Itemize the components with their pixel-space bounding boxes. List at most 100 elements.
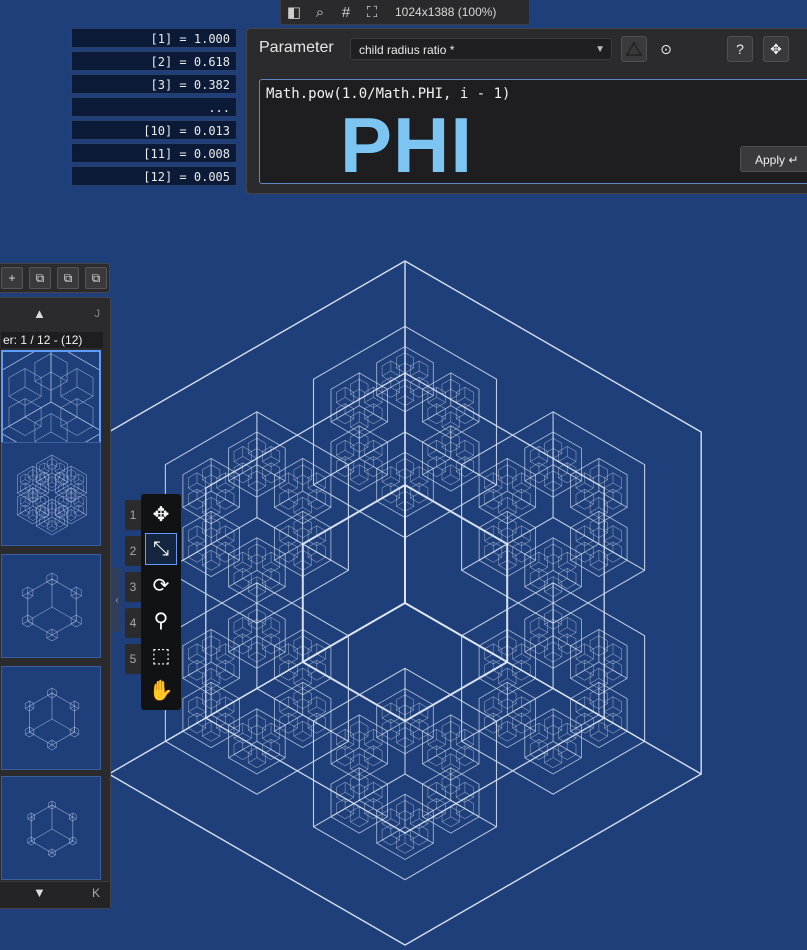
- cube-spoke: [350, 731, 360, 737]
- cube-spoke: [288, 653, 298, 660]
- cube-spoke: [27, 620, 34, 625]
- cube-spoke: [242, 561, 252, 568]
- search-icon[interactable]: ⌕: [307, 0, 333, 24]
- cube-spoke: [521, 499, 531, 505]
- scroll-down-icon[interactable]: ▼: [33, 885, 46, 900]
- cube-spoke: [364, 413, 374, 420]
- help-button[interactable]: ?: [727, 36, 753, 62]
- rotate-tool[interactable]: ⟳: [145, 569, 177, 601]
- cube-spoke: [307, 706, 317, 713]
- cube-spoke: [350, 816, 360, 823]
- duplicate-layer-icon[interactable]: ⧉: [29, 267, 51, 289]
- cube-spoke: [558, 749, 568, 755]
- cube-spoke: [410, 729, 420, 735]
- cube-spoke: [51, 525, 57, 530]
- select-tool[interactable]: ⬚: [145, 639, 177, 671]
- cube-spoke: [427, 755, 437, 762]
- cube-spoke: [76, 620, 82, 625]
- cube-spoke: [612, 482, 622, 489]
- cube-spoke: [270, 749, 280, 755]
- layer-thumb[interactable]: [1, 554, 101, 658]
- cube-spoke: [404, 737, 414, 743]
- cube-spoke: [558, 561, 568, 568]
- tool-number-column: 1 2 3 4 5: [125, 500, 141, 680]
- fit-tool[interactable]: ⤡: [145, 533, 177, 565]
- pan-tool[interactable]: ✋: [145, 674, 177, 706]
- cube-spoke: [584, 670, 594, 676]
- cube-spoke: [410, 818, 420, 824]
- graph-toggle-button[interactable]: [621, 36, 647, 62]
- sidebar-icon[interactable]: ◧: [281, 0, 307, 24]
- value-row: ...: [71, 97, 237, 117]
- merge-layer-icon[interactable]: ⧉: [57, 267, 79, 289]
- cube-spoke: [512, 499, 522, 505]
- cube-spoke: [410, 476, 420, 482]
- add-layer-icon[interactable]: +: [1, 267, 23, 289]
- cube-spoke: [558, 456, 568, 462]
- target-button[interactable]: ⊙: [653, 36, 679, 62]
- cube-spoke: [76, 386, 94, 397]
- cube-spoke: [46, 634, 53, 639]
- layer-thumb[interactable]: [0, 341, 104, 463]
- move-tool[interactable]: ✥: [145, 498, 177, 530]
- cube-spoke: [364, 755, 374, 762]
- cube-spoke: [530, 643, 540, 650]
- cube-spoke: [225, 499, 235, 505]
- cube-spoke: [419, 370, 429, 377]
- cube-spoke: [404, 602, 508, 663]
- cube-spoke: [188, 653, 198, 660]
- cube-spoke: [279, 499, 289, 505]
- cube-spoke: [196, 722, 206, 729]
- cube-spoke: [270, 472, 280, 479]
- cube-spoke: [202, 698, 212, 704]
- cube-spoke: [25, 479, 31, 483]
- cube-spoke: [410, 492, 420, 499]
- cube-spoke: [350, 783, 360, 790]
- thumb-preview: [22, 572, 82, 642]
- cube-spoke: [70, 705, 75, 709]
- cube-spoke: [59, 521, 65, 525]
- cube-spoke: [69, 840, 73, 844]
- cube-spoke: [538, 472, 548, 479]
- move-panel-button[interactable]: ✥: [763, 36, 789, 62]
- layer-thumb[interactable]: [1, 442, 101, 546]
- cube-spoke: [25, 501, 31, 505]
- cube-spoke: [293, 527, 303, 533]
- cube-spoke: [20, 488, 26, 492]
- cube-spoke: [419, 712, 429, 719]
- cube-spoke: [598, 527, 608, 533]
- scroll-up-icon[interactable]: ▲: [33, 306, 46, 321]
- cube-spoke: [336, 466, 346, 472]
- cube-spoke: [364, 466, 374, 472]
- cube-spoke: [225, 551, 235, 558]
- cube-spoke: [427, 450, 437, 456]
- cube-spoke: [575, 535, 585, 542]
- cube-spoke: [78, 510, 84, 514]
- cube-spoke: [498, 560, 508, 566]
- fullscreen-icon[interactable]: ⛶: [359, 0, 385, 24]
- layer-thumb[interactable]: [1, 666, 101, 770]
- parameter-select[interactable]: child radius ratio * ▼: [350, 38, 612, 60]
- apply-button[interactable]: Apply ↵: [740, 146, 807, 172]
- cube-spoke: [507, 698, 517, 704]
- stack-layer-icon[interactable]: ⧉: [85, 267, 107, 289]
- cube-spoke: [293, 731, 303, 737]
- grid-icon[interactable]: #: [333, 0, 359, 24]
- collapse-panel-tab[interactable]: ‹: [112, 568, 122, 632]
- cube-spoke: [279, 551, 289, 558]
- cube-spoke: [242, 627, 252, 633]
- cube-spoke: [507, 527, 517, 533]
- cube-spoke: [63, 501, 69, 505]
- cube-spoke: [493, 551, 503, 558]
- cube-spoke: [51, 852, 56, 856]
- zoom-tool[interactable]: ⚲: [145, 604, 177, 636]
- layer-thumb[interactable]: [1, 776, 101, 880]
- cube-spoke: [373, 466, 383, 472]
- cube-spoke: [248, 651, 258, 658]
- cube-spoke: [69, 816, 73, 820]
- expression-editor[interactable]: Math.pow(1.0/Math.PHI, i - 1) PHI Apply …: [259, 79, 807, 189]
- cube-spoke: [233, 749, 243, 755]
- cube-spoke: [558, 472, 568, 479]
- cube-spoke: [27, 514, 34, 519]
- cube-spoke: [196, 499, 206, 505]
